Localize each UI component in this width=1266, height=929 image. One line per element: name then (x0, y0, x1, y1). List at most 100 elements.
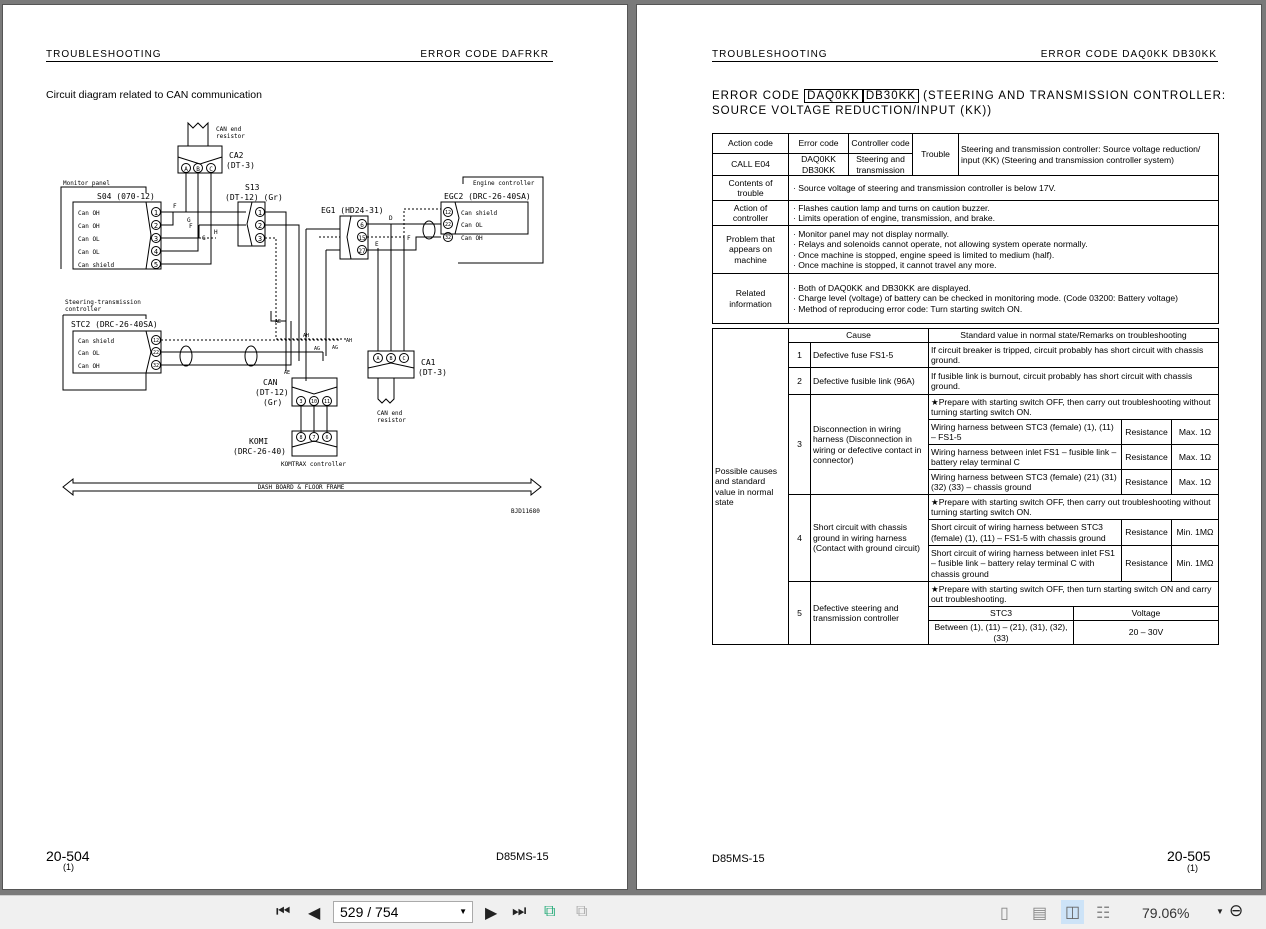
row-label: Related information (712, 273, 789, 324)
col-header: Voltage (1073, 606, 1219, 621)
svg-text:DASH BOARD & FLOOR FRAME: DASH BOARD & FLOOR FRAME (258, 484, 345, 491)
zoom-level[interactable]: 79.06% (1142, 905, 1189, 921)
svg-text:22: 22 (445, 222, 451, 228)
title-prefix: ERROR CODE (712, 90, 800, 102)
svg-text:A: A (376, 356, 379, 362)
cause-no: 5 (788, 581, 811, 645)
cause-no: 1 (788, 342, 811, 368)
svg-text:5: 5 (154, 261, 158, 269)
label: CAN end (216, 126, 242, 133)
svg-text:4: 4 (154, 248, 158, 256)
cause-no: 2 (788, 367, 811, 395)
svg-text:Steering-transmission: Steering-transmission (65, 299, 141, 306)
svg-text:KOMTRAX controller: KOMTRAX controller (281, 461, 346, 468)
title-rest: (STEERING AND TRANSMISSION CONTROLLER: (923, 90, 1227, 102)
continuous-view-icon[interactable]: ▤ (1032, 903, 1047, 923)
svg-text:15: 15 (358, 235, 366, 242)
svg-text:7: 7 (312, 435, 315, 441)
cause: Short circuit with chassis ground in wir… (810, 494, 929, 582)
trouble-label: Trouble (912, 133, 959, 176)
remark: If circuit breaker is tripped, circuit p… (928, 342, 1219, 368)
next-page-icon[interactable]: ▶ (485, 903, 497, 923)
svg-text:Can shield: Can shield (461, 210, 498, 217)
error-code-label: Error code (788, 133, 849, 154)
controller-code: Steering and transmission (848, 153, 913, 176)
circuit-diagram: A B C CAN end resistor CA2 (DT-3) Monito… (60, 121, 544, 515)
pin: C (209, 166, 213, 173)
page-title: ERROR CODE DAQ0KK DB30KK (STEERING AND TR… (712, 89, 1226, 119)
chevron-down-icon[interactable]: ▼ (459, 907, 467, 916)
check-item: Wiring harness between STC3 (female) (21… (928, 469, 1122, 495)
svg-text:27: 27 (358, 248, 366, 255)
svg-text:AE: AE (275, 319, 281, 325)
standard-header: Standard value in normal state/Remarks o… (928, 328, 1219, 343)
svg-text:(DT-12) (Gr): (DT-12) (Gr) (225, 193, 283, 202)
svg-text:1: 1 (154, 209, 158, 217)
model-number: D85MS-15 (496, 851, 549, 863)
svg-text:Can OL: Can OL (461, 222, 483, 229)
check-type: Resistance (1121, 469, 1172, 495)
viewer-toolbar: ⏮ ◀ 529 / 754 ▼ ▶ ⏭ ⧉ ⧉ ▯ ▤ ◫ ☷ 79.06% ▼ … (0, 895, 1266, 929)
svg-text:C: C (402, 356, 405, 362)
svg-text:S13: S13 (245, 183, 260, 192)
svg-text:3: 3 (258, 235, 262, 243)
svg-text:22: 22 (153, 350, 159, 356)
insert-page-icon[interactable]: ⧉ (576, 903, 587, 921)
svg-text:32: 32 (445, 235, 451, 241)
svg-text:EGC2 (DRC-26-40SA): EGC2 (DRC-26-40SA) (444, 192, 531, 201)
svg-text:AG: AG (332, 345, 338, 351)
error-codes: DAQ0KK DB30KK (788, 153, 849, 176)
svg-text:STC2 (DRC-26-40SA): STC2 (DRC-26-40SA) (71, 320, 158, 329)
svg-text:F: F (189, 223, 193, 230)
row-content: · Source voltage of steering and transmi… (788, 175, 1219, 201)
cause: Disconnection in wiring harness (Disconn… (810, 394, 929, 495)
prev-page-icon[interactable]: ◀ (308, 903, 320, 923)
zoom-out-icon[interactable]: ⊖ (1229, 901, 1243, 921)
controller-code-label: Controller code (848, 133, 913, 154)
cause: Defective fusible link (96A) (810, 367, 929, 395)
side-label: Possible causes and standard value in no… (712, 328, 789, 645)
svg-text:(DRC-26-40): (DRC-26-40) (233, 447, 286, 456)
action-code-label: Action code (712, 133, 789, 154)
model-number: D85MS-15 (712, 853, 765, 865)
two-page-continuous-icon[interactable]: ☷ (1096, 903, 1110, 923)
last-page-icon[interactable]: ⏭ (512, 903, 526, 921)
svg-text:2: 2 (154, 222, 158, 230)
header-left: TROUBLESHOOTING (712, 49, 828, 60)
check-item: Wiring harness between inlet FS1 – fusib… (928, 444, 1122, 470)
svg-text:Can OH: Can OH (461, 235, 483, 242)
trouble-text: Steering and transmission controller: So… (958, 133, 1219, 176)
row-content: · Both of DAQ0KK and DB30KK are displaye… (788, 273, 1219, 324)
svg-text:Can OL: Can OL (78, 236, 100, 243)
page-number-input[interactable]: 529 / 754 ▼ (333, 901, 473, 923)
svg-text:11: 11 (324, 399, 330, 405)
svg-text:G: G (202, 235, 206, 242)
check-type: Resistance (1121, 419, 1172, 445)
svg-text:AG: AG (314, 346, 320, 352)
row-label: Contents of trouble (712, 175, 789, 201)
page-number: 20-505 (1167, 848, 1211, 864)
zoom-dropdown-icon[interactable]: ▼ (1216, 907, 1224, 916)
extract-page-icon[interactable]: ⧉ (544, 903, 555, 921)
header-right: ERROR CODE DAQ0KK DB30KK (1040, 49, 1217, 60)
svg-text:BJD11680: BJD11680 (511, 508, 540, 515)
svg-text:Can OH: Can OH (78, 363, 100, 370)
single-page-view-icon[interactable]: ▯ (1000, 903, 1009, 923)
pin: A (184, 166, 188, 173)
check-value: Max. 1Ω (1171, 444, 1219, 470)
svg-text:Can OL: Can OL (78, 249, 100, 256)
measure-value: 20 – 30V (1073, 620, 1219, 645)
check-item: Short circuit of wiring harness between … (928, 519, 1122, 546)
row-label: Action of controller (712, 200, 789, 226)
svg-text:1: 1 (258, 209, 262, 217)
two-page-view-icon[interactable]: ◫ (1061, 900, 1085, 924)
label: Monitor panel (63, 180, 110, 187)
cause-table: Possible causes and standard value in no… (712, 328, 1219, 645)
note: ★Prepare with starting switch OFF, then … (928, 581, 1219, 607)
svg-text:F: F (173, 203, 177, 210)
remark: If fusible link is burnout, circuit prob… (928, 367, 1219, 395)
first-page-icon[interactable]: ⏮ (276, 903, 290, 921)
svg-text:3: 3 (154, 235, 158, 243)
svg-text:Can shield: Can shield (78, 338, 115, 345)
svg-text:Can OH: Can OH (78, 210, 100, 217)
